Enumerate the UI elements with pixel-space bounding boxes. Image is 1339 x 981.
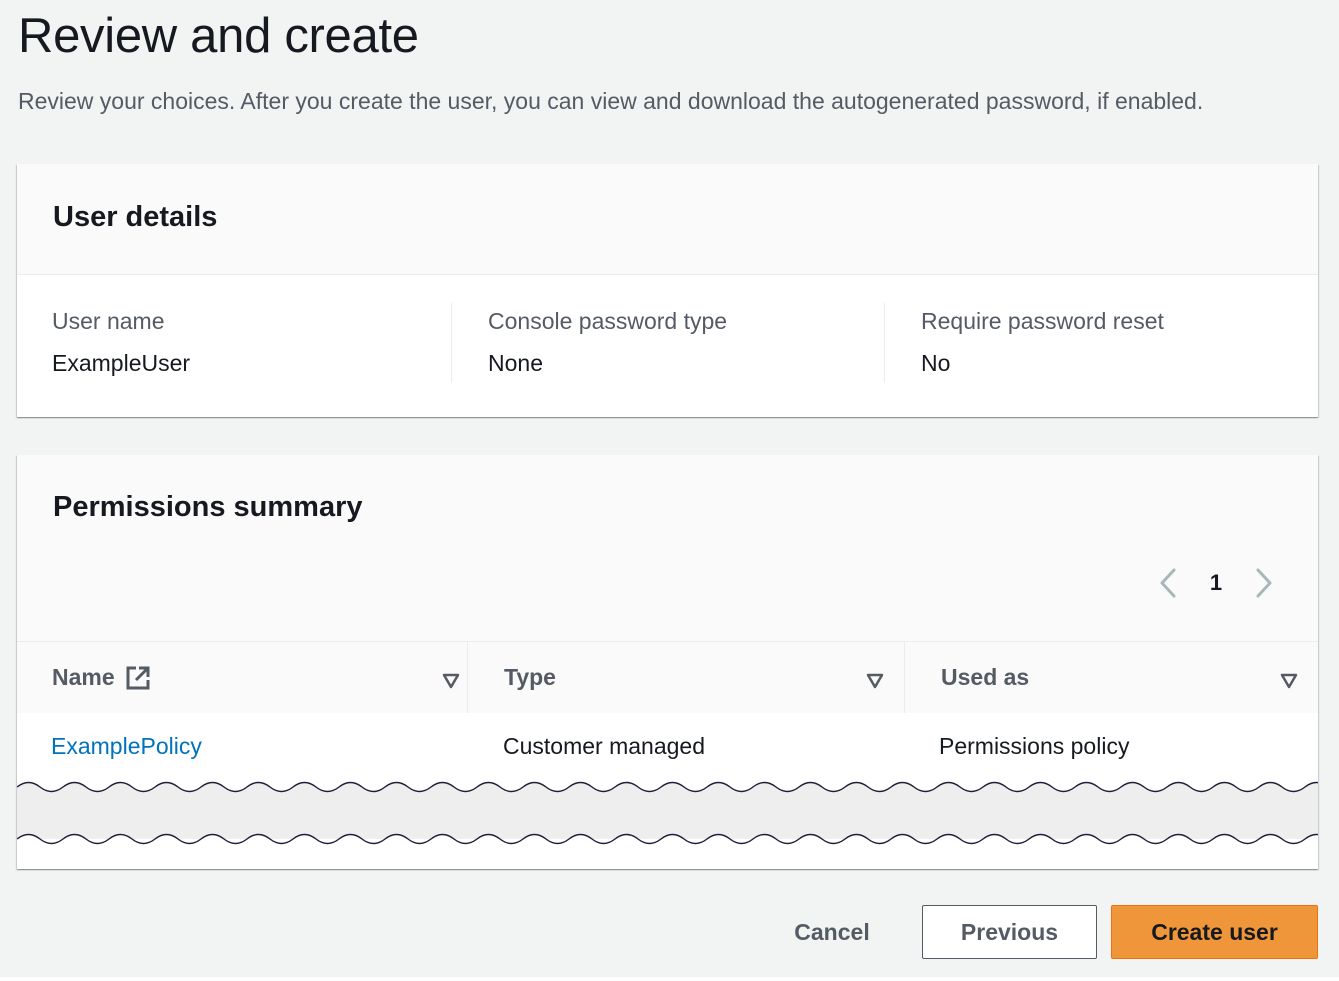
permissions-summary-header: Permissions summary 1	[17, 455, 1318, 642]
user-details-header: User details	[17, 164, 1318, 275]
truncation-fill	[17, 834, 1318, 869]
external-link-icon	[125, 665, 151, 691]
require-password-reset-value: No	[921, 350, 951, 376]
pagination-current-page[interactable]: 1	[1202, 570, 1230, 596]
user-name-value: ExampleUser	[52, 350, 191, 376]
require-password-reset-label: Require password reset	[921, 308, 1164, 334]
policy-name-cell: ExamplePolicy	[51, 733, 202, 760]
console-password-type-field: Console password type None	[451, 303, 727, 383]
column-header-name-label: Name	[52, 664, 115, 690]
cancel-button[interactable]: Cancel	[772, 905, 892, 959]
console-password-type-label: Console password type	[488, 308, 728, 334]
caret-down-outline-icon[interactable]	[442, 668, 460, 695]
column-header-used-as-label: Used as	[941, 664, 1030, 690]
column-header-used-as[interactable]: Used as	[904, 642, 1318, 713]
require-password-reset-field: Require password reset No	[884, 303, 1164, 383]
permissions-summary-title: Permissions summary	[53, 491, 363, 523]
page-description: Review your choices. After you create th…	[18, 88, 1204, 114]
column-header-type[interactable]: Type	[467, 642, 904, 713]
chevron-right-icon[interactable]	[1250, 567, 1278, 599]
policy-name-link[interactable]: ExamplePolicy	[51, 733, 202, 759]
caret-down-outline-icon[interactable]	[1280, 668, 1298, 695]
caret-down-outline-icon[interactable]	[866, 668, 884, 695]
truncation-wave-graphic	[17, 781, 1318, 869]
policy-used-as-cell: Permissions policy	[939, 733, 1130, 759]
column-header-type-label: Type	[504, 664, 556, 690]
table-row: ExamplePolicy Customer managed Permissio…	[17, 713, 1318, 775]
permissions-summary-panel: Permissions summary 1 Name Type Used as …	[17, 455, 1318, 869]
pagination: 1	[1154, 567, 1278, 599]
chevron-left-icon[interactable]	[1154, 567, 1182, 599]
user-details-title: User details	[53, 201, 218, 233]
user-name-field: User name ExampleUser	[52, 303, 190, 383]
column-header-name[interactable]: Name	[52, 642, 464, 713]
console-password-type-value: None	[488, 350, 543, 376]
policy-type-cell: Customer managed	[503, 733, 705, 759]
user-details-panel: User details User name ExampleUser Conso…	[17, 164, 1318, 417]
page-title: Review and create	[18, 9, 419, 63]
create-user-button[interactable]: Create user	[1111, 905, 1318, 959]
table-header: Name Type Used as	[17, 641, 1318, 714]
bottom-divider	[0, 977, 1339, 981]
previous-button[interactable]: Previous	[922, 905, 1097, 959]
user-name-label: User name	[52, 308, 165, 334]
user-details-grid: User name ExampleUser Console password t…	[17, 275, 1318, 417]
